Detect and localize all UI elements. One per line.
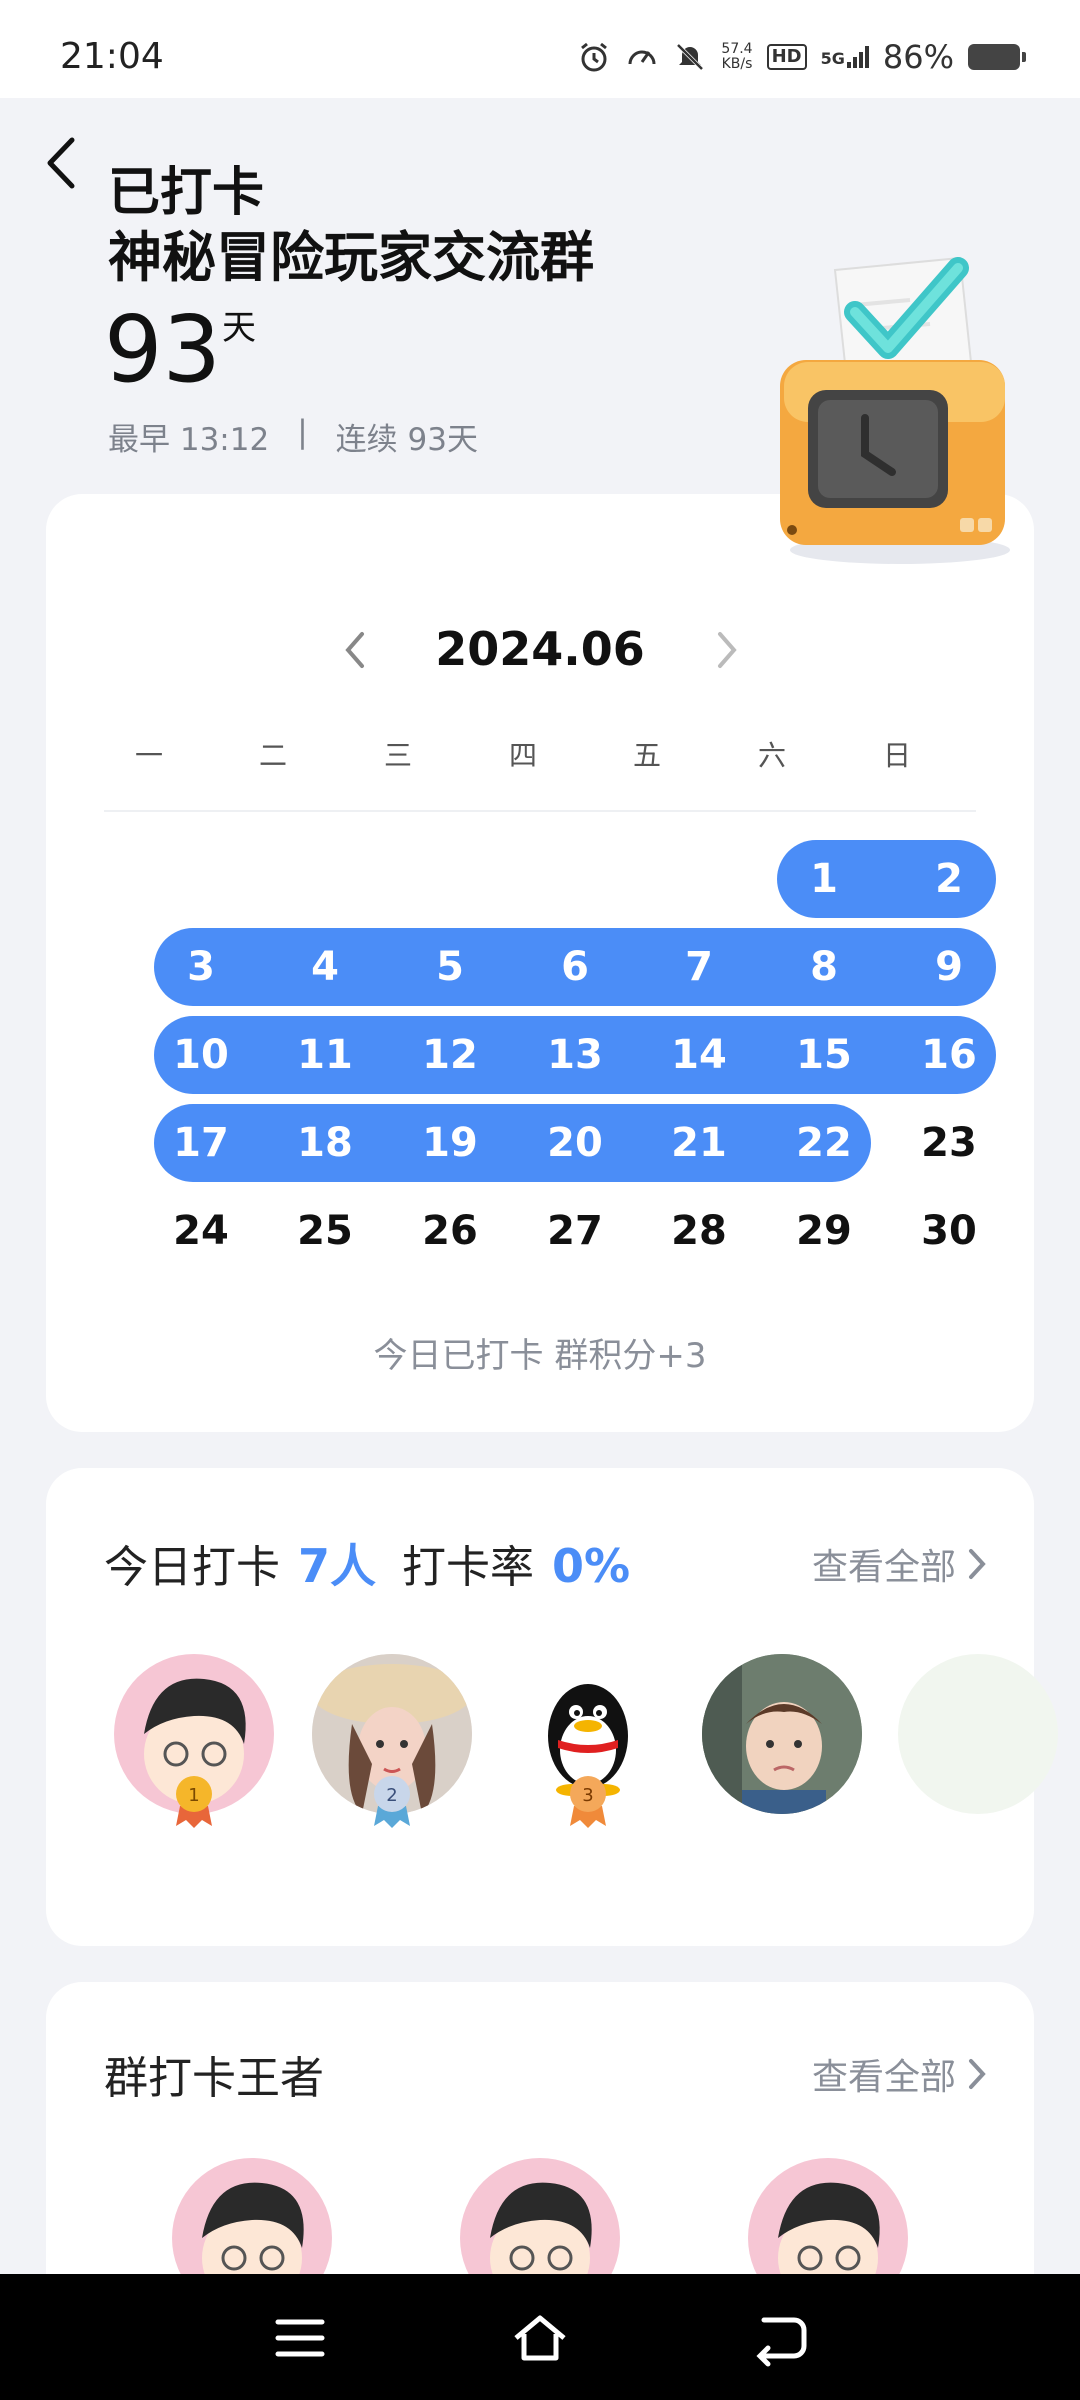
calendar-day[interactable]: 14 — [654, 1016, 744, 1094]
rank-medal-icon: 1 — [176, 1776, 212, 1828]
chevron-right-icon — [969, 1549, 986, 1579]
member-avatar[interactable] — [898, 1654, 1058, 1814]
calendar-day[interactable]: 23 — [904, 1104, 994, 1182]
speedometer-icon — [628, 50, 656, 65]
status-icons: 57.4 KB/s HD 5G 86% — [577, 38, 1026, 76]
net-speed-value: 57.4 — [721, 41, 753, 57]
system-nav-bar — [0, 2274, 1080, 2400]
today-checkin-stats: 今日打卡 7人 打卡率 0% — [104, 1530, 638, 1596]
rank-medal-icon: 3 — [570, 1776, 606, 1828]
page-title: 已打卡 — [108, 163, 265, 223]
calendar-day[interactable]: 2 — [904, 840, 994, 918]
battery-icon — [968, 44, 1026, 70]
home-icon[interactable] — [510, 2308, 570, 2368]
calendar-day[interactable]: 26 — [405, 1192, 495, 1270]
today-checkin-card: 今日打卡 7人 打卡率 0% 查看全部 1 2 3 — [46, 1468, 1058, 1946]
calendar-day[interactable]: 19 — [405, 1104, 495, 1182]
net-speed: 57.4 KB/s — [721, 42, 752, 72]
net-speed-unit: KB/s — [721, 56, 753, 72]
summary-separator: | — [297, 414, 308, 450]
calendar-day[interactable]: 29 — [779, 1192, 869, 1270]
calendar-day[interactable]: 3 — [156, 928, 246, 1006]
kings-view-all-button[interactable]: 查看全部 — [812, 2048, 988, 2100]
calendar-day[interactable]: 18 — [280, 1104, 370, 1182]
checkin-days-count: 93 — [104, 296, 222, 403]
view-all-label: 查看全部 — [811, 1547, 956, 1588]
calendar-day[interactable]: 28 — [654, 1192, 744, 1270]
checkin-streak-bar — [154, 1104, 871, 1182]
calendar-day[interactable]: 7 — [654, 928, 744, 1006]
checkin-summary: 最早 13:12 | 连续 93天 — [108, 414, 478, 459]
back-button[interactable] — [36, 128, 96, 198]
rank-medal-icon: 2 — [374, 1776, 410, 1828]
earliest-time: 最早 13:12 — [108, 422, 270, 458]
medal-rank-number: 2 — [386, 1785, 397, 1806]
medal-rank-number: 3 — [582, 1785, 593, 1806]
back-nav-icon[interactable] — [750, 2308, 810, 2368]
member-avatar[interactable] — [702, 1654, 862, 1814]
signal-bars-icon — [846, 46, 869, 68]
group-name: 神秘冒险玩家交流群 — [108, 226, 594, 289]
calendar-day[interactable]: 15 — [779, 1016, 869, 1094]
menu-icon[interactable] — [270, 2308, 330, 2368]
calendar-card: 2024.06 一二三四五六日 1 2 3 4 5 6 7 8 9 10 11 12 13 14 15 16 1… — [46, 494, 1034, 1432]
checkin-days-unit: 天 — [222, 308, 256, 348]
streak-days: 连续 93天 — [335, 422, 478, 458]
calendar-day[interactable]: 5 — [405, 928, 495, 1006]
battery-percent: 86% — [882, 38, 954, 76]
status-bar: 21:04 57.4 KB/s HD 5G 86% — [0, 0, 1080, 98]
signal-label: 5G — [820, 49, 845, 68]
checkin-mascot-illustration — [780, 256, 1010, 564]
calendar-day[interactable]: 24 — [156, 1192, 246, 1270]
calendar-day[interactable]: 12 — [405, 1016, 495, 1094]
calendar-day[interactable]: 20 — [530, 1104, 620, 1182]
calendar-day[interactable]: 21 — [654, 1104, 744, 1182]
calendar-day[interactable]: 27 — [530, 1192, 620, 1270]
chevron-right-icon — [969, 2059, 986, 2089]
calendar-day[interactable]: 25 — [280, 1192, 370, 1270]
calendar-day[interactable]: 11 — [280, 1016, 370, 1094]
calendar-day[interactable]: 9 — [904, 928, 994, 1006]
calendar-day[interactable]: 8 — [779, 928, 869, 1006]
today-checkin-label: 今日打卡 — [104, 1542, 280, 1593]
today-view-all-button[interactable]: 查看全部 — [812, 1538, 988, 1590]
calendar-day[interactable]: 13 — [530, 1016, 620, 1094]
calendar-day[interactable]: 22 — [779, 1104, 869, 1182]
calendar-day[interactable]: 10 — [156, 1016, 246, 1094]
hd-icon: HD — [766, 44, 807, 70]
today-checkin-count: 7人 — [298, 1539, 377, 1593]
calendar-day[interactable]: 6 — [530, 928, 620, 1006]
checkin-rate-value: 0% — [552, 1539, 631, 1593]
checkin-kings-title: 群打卡王者 — [104, 2053, 324, 2104]
calendar-grid: 1 2 3 4 5 6 7 8 9 10 11 12 13 14 15 16 17 18 19 20 21 22 23 24 2… — [46, 494, 1034, 1432]
status-time: 21:04 — [60, 36, 164, 77]
view-all-label: 查看全部 — [811, 2057, 956, 2098]
mute-icon — [677, 43, 704, 71]
signal-icon: 5G — [821, 46, 869, 68]
calendar-day[interactable]: 4 — [280, 928, 370, 1006]
calendar-day[interactable]: 17 — [156, 1104, 246, 1182]
today-checkin-avatars: 1 2 3 — [46, 1654, 1058, 1854]
today-checkin-note: 今日已打卡 群积分+3 — [373, 1336, 707, 1376]
child-photo-avatar-image — [702, 1654, 862, 1814]
calendar-day[interactable]: 1 — [779, 840, 869, 918]
medal-rank-number: 1 — [188, 1785, 199, 1806]
alarm-icon — [581, 42, 608, 72]
calendar-day[interactable]: 30 — [904, 1192, 994, 1270]
calendar-day[interactable]: 16 — [904, 1016, 994, 1094]
checkin-rate-label: 打卡率 — [402, 1542, 535, 1593]
